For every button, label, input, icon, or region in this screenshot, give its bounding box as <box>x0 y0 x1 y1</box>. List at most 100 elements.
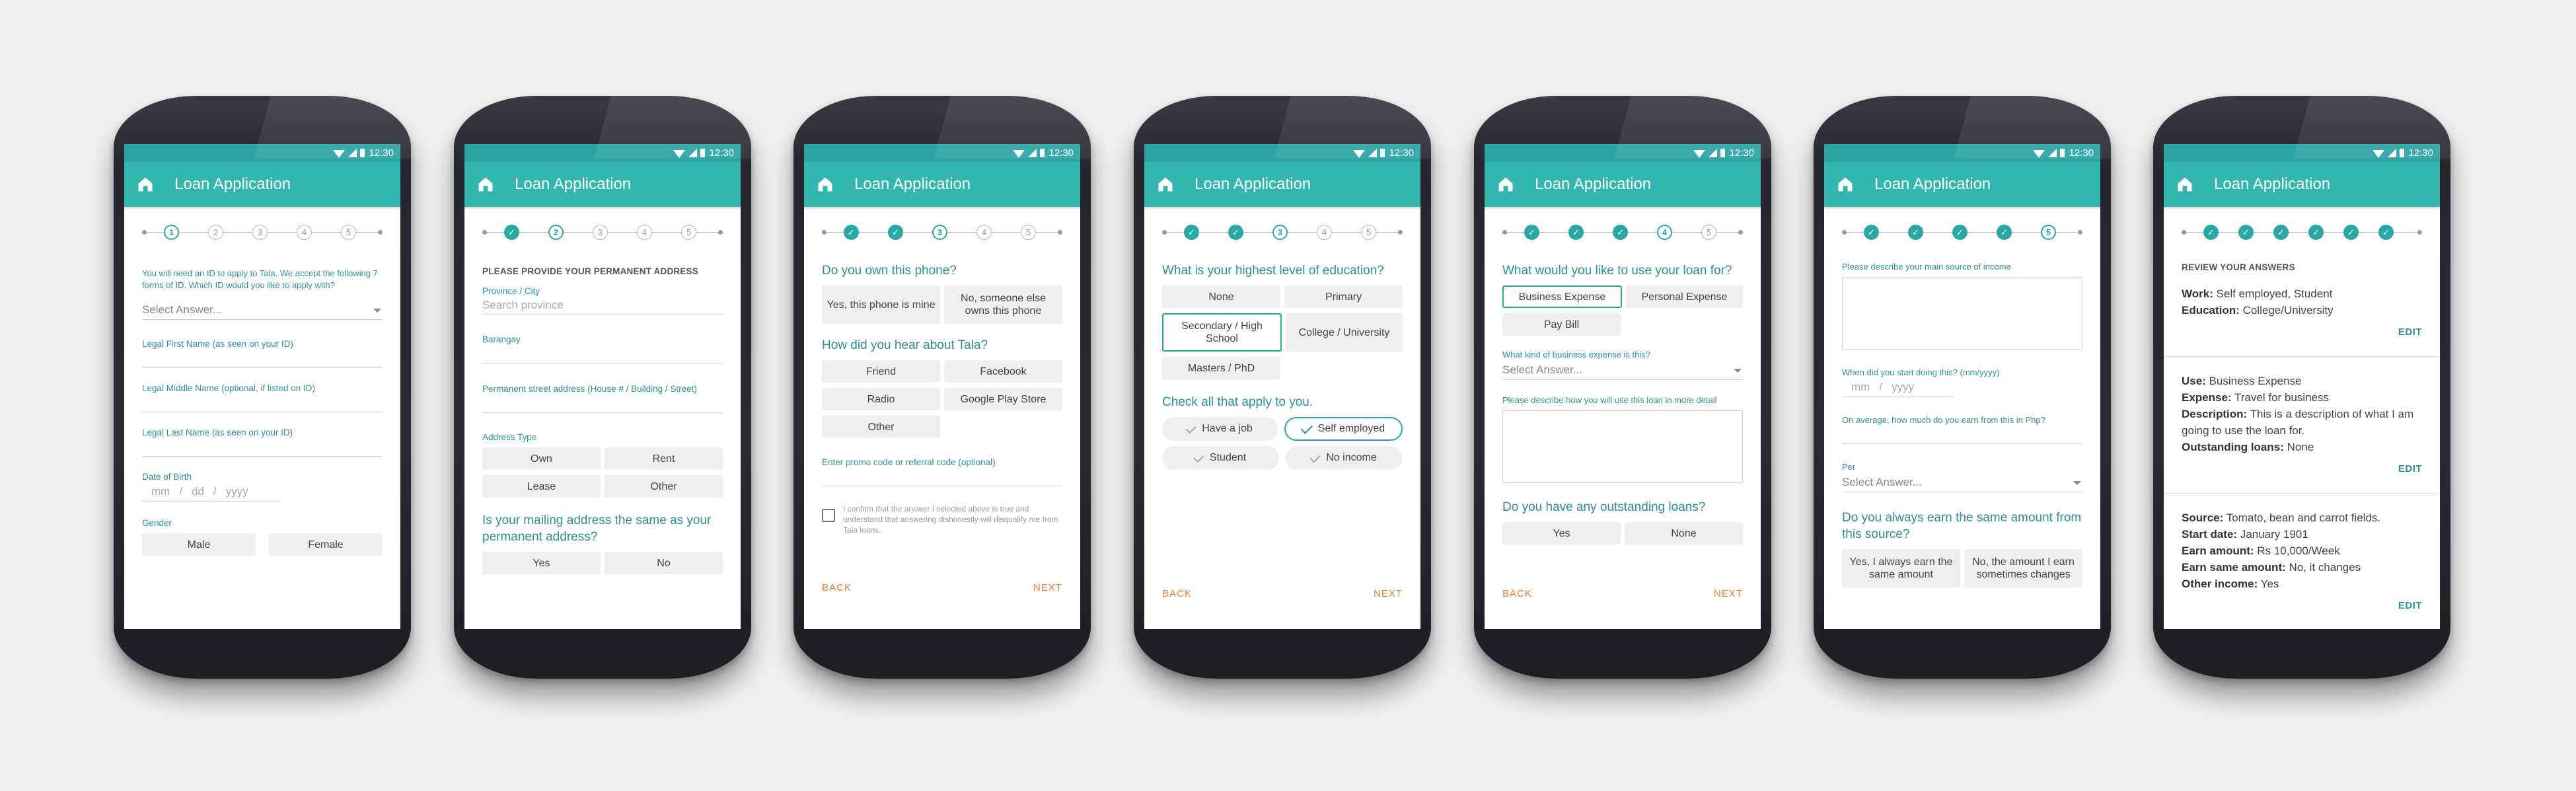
personal-expense-button[interactable]: Personal Expense <box>1626 285 1743 308</box>
battery-icon <box>360 149 365 157</box>
start-label: When did you start doing this? (mm/yyyy) <box>1842 367 2000 377</box>
rent-button[interactable]: Rent <box>605 447 723 470</box>
business-expense-button[interactable]: Business Expense <box>1502 285 1622 308</box>
wifi-icon <box>1353 149 1366 158</box>
home-icon[interactable] <box>1156 175 1175 194</box>
student-toggle[interactable]: Student <box>1162 446 1279 470</box>
signal-icon <box>348 149 357 157</box>
edit-button[interactable]: EDIT <box>2182 326 2422 338</box>
home-icon[interactable] <box>476 175 495 194</box>
facebook-button[interactable]: Facebook <box>944 360 1062 383</box>
confirm-text: I confirm that the answer I selected abo… <box>843 504 1058 535</box>
progress-stepper: ✓ ✓ 3 4 5 <box>804 207 1080 253</box>
main-source-label: Please describe your main source of inco… <box>1842 262 2011 272</box>
promo-field[interactable] <box>822 469 1062 486</box>
none-button[interactable]: None <box>1625 522 1743 545</box>
primary-button[interactable]: Primary <box>1284 285 1403 308</box>
status-bar: 12:30 <box>464 144 741 162</box>
address-header: PLEASE PROVIDE YOUR PERMANENT ADDRESS <box>482 266 698 276</box>
wifi-icon <box>2033 149 2045 158</box>
dob-label: Date of Birth <box>142 472 192 482</box>
no-income-toggle[interactable]: No income <box>1286 446 1403 470</box>
no-button[interactable]: No <box>605 552 723 574</box>
none-button[interactable]: None <box>1162 285 1280 308</box>
step-1-done: ✓ <box>504 225 519 240</box>
back-button[interactable]: BACK <box>1162 588 1192 599</box>
screen: 12:30 Loan Application 1 2 3 4 5 You wil… <box>124 144 400 629</box>
province-field[interactable]: Search province <box>482 297 723 315</box>
edit-button[interactable]: EDIT <box>2182 600 2422 611</box>
app-bar: Loan Application <box>1824 162 2100 207</box>
home-icon[interactable] <box>2176 175 2194 194</box>
masters-button[interactable]: Masters / PhD <box>1162 357 1280 379</box>
own-phone-question: Do you own this phone? <box>822 264 957 278</box>
last-name-field[interactable] <box>142 439 383 457</box>
self-employed-toggle[interactable]: Self employed <box>1284 417 1403 441</box>
back-button[interactable]: BACK <box>822 582 852 593</box>
describe-textarea[interactable] <box>1502 410 1743 483</box>
step-4: 4 <box>297 225 312 240</box>
yes-button[interactable]: Yes <box>482 552 601 574</box>
signal-icon <box>2048 149 2057 157</box>
step-1-done: ✓ <box>1524 225 1539 240</box>
earn-field[interactable] <box>1842 426 2082 444</box>
step-1-done: ✓ <box>1184 225 1199 240</box>
review-other-income: Other income: Yes <box>2182 578 2279 590</box>
secondary-button[interactable]: Secondary / High School <box>1162 313 1282 352</box>
wifi-icon <box>1693 149 1706 158</box>
clock: 12:30 <box>369 147 394 159</box>
own-button[interactable]: Own <box>482 447 601 470</box>
next-button[interactable]: NEXT <box>1714 588 1743 599</box>
home-icon[interactable] <box>136 175 155 194</box>
start-date-field[interactable]: mm / yyyy <box>1842 379 1954 397</box>
describe-label: Please describe how you will use this lo… <box>1502 395 1717 405</box>
barangay-field[interactable] <box>482 346 723 363</box>
id-select[interactable]: Select Answer... <box>142 301 383 320</box>
have-job-toggle[interactable]: Have a job <box>1162 417 1278 441</box>
per-select[interactable]: Select Answer... <box>1842 473 2082 492</box>
app-bar: Loan Application <box>1144 162 1420 207</box>
friend-button[interactable]: Friend <box>822 360 940 383</box>
step-5: 5 <box>1701 225 1716 240</box>
signal-icon <box>1709 149 1718 157</box>
yes-button[interactable]: Yes <box>1502 522 1621 545</box>
next-button[interactable]: NEXT <box>1374 588 1403 599</box>
female-button[interactable]: Female <box>269 533 383 556</box>
loans-question: Do you have any outstanding loans? <box>1502 500 1706 514</box>
app-title: Loan Application <box>1535 175 1652 193</box>
edit-button[interactable]: EDIT <box>2182 463 2422 474</box>
male-button[interactable]: Male <box>142 533 256 556</box>
own-no-button[interactable]: No, someone else owns this phone <box>944 285 1062 324</box>
home-icon[interactable] <box>1496 175 1515 194</box>
app-title: Loan Application <box>854 175 971 193</box>
home-icon[interactable] <box>1836 175 1855 194</box>
first-name-field[interactable] <box>142 350 383 368</box>
use-question: What would you like to use your loan for… <box>1502 264 1732 278</box>
status-bar: 12:30 <box>1824 144 2100 162</box>
dob-field[interactable]: mm / dd / yyyy <box>142 483 281 502</box>
always-same-button[interactable]: Yes, I always earn the same amount <box>1842 549 1960 587</box>
step-2-done: ✓ <box>1568 225 1584 240</box>
confirm-checkbox[interactable] <box>822 509 835 522</box>
pay-bill-button[interactable]: Pay Bill <box>1502 313 1621 336</box>
main-source-textarea[interactable] <box>1842 277 2082 350</box>
back-button[interactable]: BACK <box>1502 588 1532 599</box>
kind-select[interactable]: Select Answer... <box>1502 361 1743 380</box>
street-field[interactable] <box>482 395 723 413</box>
next-button[interactable]: NEXT <box>1033 582 1062 593</box>
own-yes-button[interactable]: Yes, this phone is mine <box>822 285 940 324</box>
screen: 12:30 Loan Application ✓ 2 3 4 5 PLEASE … <box>464 144 741 629</box>
signal-icon <box>688 149 698 157</box>
progress-stepper: 1 2 3 4 5 <box>124 207 400 253</box>
lease-button[interactable]: Lease <box>482 475 601 498</box>
other-button[interactable]: Other <box>822 416 940 438</box>
playstore-button[interactable]: Google Play Store <box>944 388 1062 410</box>
amount-changes-button[interactable]: No, the amount I earn sometimes changes <box>1964 549 2082 587</box>
home-icon[interactable] <box>816 175 834 194</box>
middle-name-field[interactable] <box>142 395 383 412</box>
radio-button[interactable]: Radio <box>822 388 940 410</box>
other-button[interactable]: Other <box>605 475 723 498</box>
app-title: Loan Application <box>2214 175 2331 193</box>
college-button[interactable]: College / University <box>1286 313 1403 352</box>
kind-label: What kind of business expense is this? <box>1502 350 1651 359</box>
